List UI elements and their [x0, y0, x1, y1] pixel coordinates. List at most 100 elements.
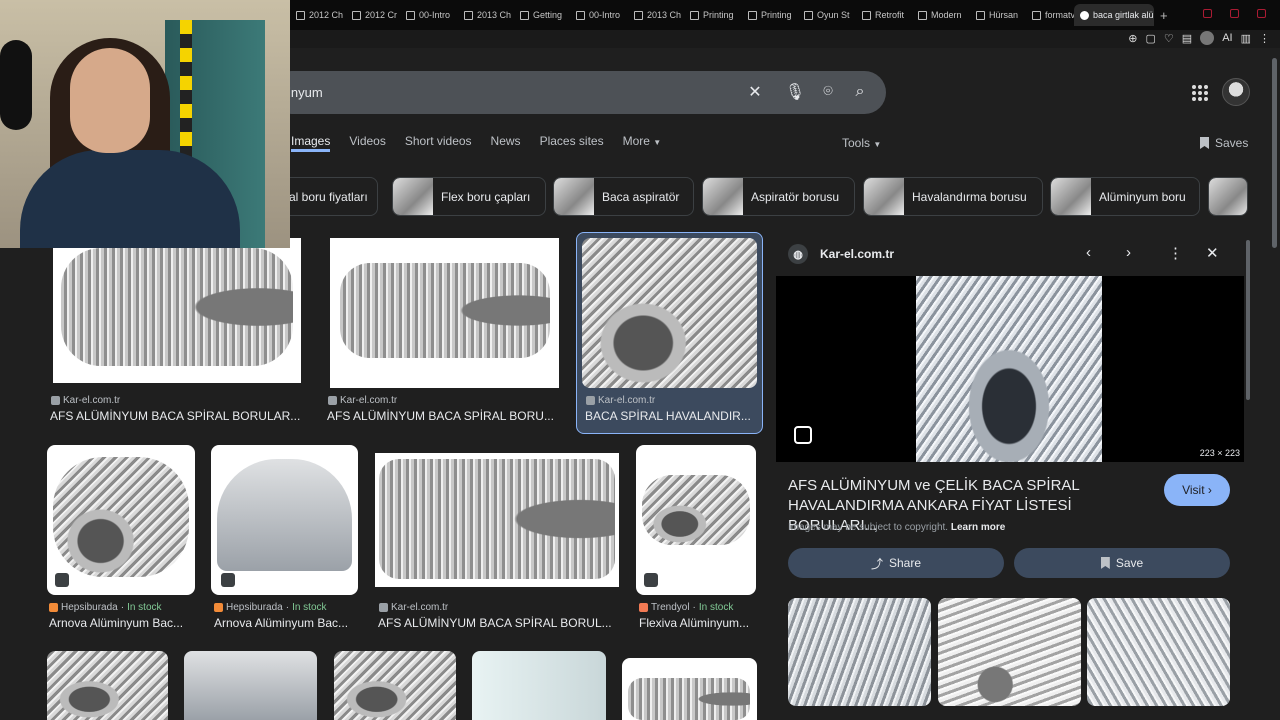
related-image[interactable] — [1087, 598, 1230, 706]
chip[interactable] — [1208, 177, 1248, 216]
share-label: Share — [888, 556, 922, 570]
browser-tab[interactable]: 2013 Ch — [458, 4, 514, 26]
image-result[interactable]: Trendyol · In stock Flexiva Alüminyum... — [636, 445, 760, 635]
tab-images[interactable]: Images — [291, 134, 331, 152]
browser-tab[interactable]: 2013 Ch — [628, 4, 684, 26]
document-icon — [576, 10, 585, 20]
result-thumbnail[interactable] — [184, 651, 317, 720]
result-source-label: Kar-el.com.tr — [63, 395, 121, 406]
result-title[interactable]: Arnova Alüminyum Bac... — [49, 616, 195, 630]
microphone-icon[interactable]: 🎙 — [785, 83, 805, 101]
clear-icon[interactable]: ✕ — [746, 83, 764, 101]
result-thumbnail[interactable] — [211, 445, 358, 595]
site-icon — [49, 603, 58, 612]
browser-tab[interactable]: Modern — [912, 4, 970, 26]
next-icon[interactable]: › — [1126, 244, 1131, 261]
browser-tab[interactable]: Hürsan — [970, 4, 1026, 26]
chip[interactable]: Alüminyum boru — [1050, 177, 1200, 216]
browser-tab-active[interactable]: baca girtlak alü — [1074, 4, 1154, 26]
ai-button[interactable]: AI — [1222, 32, 1232, 44]
tab-places-sites[interactable]: Places sites — [540, 134, 604, 152]
search-input[interactable]: inyum — [288, 85, 323, 100]
zoom-icon[interactable]: ⊕ — [1128, 32, 1137, 45]
apps-icon[interactable] — [1192, 85, 1208, 101]
result-title[interactable]: BACA SPİRAL HAVALANDIR... — [585, 409, 757, 423]
tab-short-videos[interactable]: Short videos — [405, 134, 472, 152]
browser-tab[interactable]: Getting — [514, 4, 570, 26]
related-image[interactable] — [938, 598, 1081, 706]
page-scrollbar[interactable] — [1272, 58, 1277, 248]
result-thumbnail[interactable] — [582, 238, 757, 388]
close-icon[interactable]: ✕ — [1206, 244, 1219, 262]
sidebar-icon[interactable]: ▥ — [1241, 32, 1251, 45]
tab-news[interactable]: News — [491, 134, 521, 152]
screenshot-icon[interactable]: ▢ — [1146, 32, 1156, 45]
chip[interactable]: Flex boru çapları — [392, 177, 546, 216]
menu-icon[interactable]: ⋮ — [1259, 32, 1270, 45]
new-tab-button[interactable]: + — [1160, 8, 1168, 23]
preview-site-name[interactable]: Kar-el.com.tr — [820, 247, 894, 261]
result-title[interactable]: AFS ALÜMİNYUM BACA SPİRAL BORULAR... — [50, 409, 308, 423]
search-icon[interactable]: ⌕ — [851, 83, 869, 101]
chip[interactable]: Baca aspiratör — [553, 177, 694, 216]
search-bar[interactable]: inyum ✕ 🎙 ⌾ ⌕ — [270, 71, 886, 114]
result-thumbnail[interactable] — [330, 238, 559, 388]
result-source-label: Hepsiburada — [226, 602, 283, 613]
lens-search-icon[interactable] — [794, 426, 812, 444]
browser-tab[interactable]: Retrofit — [856, 4, 912, 26]
share-button[interactable]: ⤴ Share — [788, 548, 1004, 578]
account-avatar[interactable] — [1222, 78, 1250, 106]
chip-label: Havalandırma borusu — [912, 189, 1027, 204]
image-result[interactable]: Kar-el.com.tr AFS ALÜMİNYUM BACA SPİRAL … — [326, 238, 564, 428]
image-result-selected[interactable]: Kar-el.com.tr BACA SPİRAL HAVALANDIR... — [576, 232, 763, 434]
image-result[interactable]: Hepsiburada · In stock Arnova Alüminyum Ba… — [211, 445, 361, 635]
learn-more-link[interactable]: Learn more — [951, 522, 1005, 533]
result-thumbnail[interactable] — [636, 445, 756, 595]
result-title[interactable]: AFS ALÜMİNYUM BACA SPİRAL BORUL... — [378, 616, 618, 630]
browser-tab[interactable]: Printing — [684, 4, 742, 26]
result-thumbnail[interactable] — [622, 658, 757, 720]
lens-icon[interactable]: ⌾ — [819, 83, 837, 101]
extensions-icon[interactable]: ▤ — [1182, 32, 1192, 45]
browser-tab[interactable]: 00-Intro — [400, 4, 458, 26]
maximize-icon[interactable] — [1230, 9, 1239, 18]
tab-more[interactable]: More ▼ — [623, 134, 662, 152]
chip[interactable]: Havalandırma borusu — [863, 177, 1043, 216]
related-image[interactable] — [788, 598, 931, 706]
browser-tab[interactable]: formatv — [1026, 4, 1074, 26]
tools-button[interactable]: Tools ▼ — [842, 136, 881, 150]
browser-tab[interactable]: Oyun St — [798, 4, 856, 26]
visit-button[interactable]: Visit › — [1164, 474, 1230, 506]
site-icon — [639, 603, 648, 612]
minimize-icon[interactable] — [1203, 9, 1212, 18]
saves-button[interactable]: Saves — [1200, 136, 1248, 150]
save-button[interactable]: Save — [1014, 548, 1230, 578]
more-options-icon[interactable]: ⋮ — [1168, 244, 1183, 262]
result-thumbnail[interactable] — [334, 651, 456, 720]
heart-icon[interactable]: ♡ — [1164, 32, 1174, 45]
image-result[interactable]: Hepsiburada · In stock Arnova Alüminyum Ba… — [47, 445, 197, 635]
result-title[interactable]: Flexiva Alüminyum... — [639, 616, 757, 630]
close-window-icon[interactable] — [1257, 9, 1266, 18]
browser-tab[interactable]: 2012 Ch — [290, 4, 346, 26]
google-icon — [1080, 10, 1089, 20]
previous-icon[interactable]: ‹ — [1086, 244, 1091, 261]
site-icon — [328, 396, 337, 405]
panel-scrollbar[interactable] — [1246, 240, 1250, 400]
result-thumbnail[interactable] — [53, 238, 301, 383]
image-result[interactable]: Kar-el.com.tr AFS ALÜMİNYUM BACA SPİRAL … — [375, 445, 620, 635]
preview-image[interactable] — [916, 276, 1102, 462]
result-title[interactable]: Arnova Alüminyum Bac... — [214, 616, 360, 630]
browser-tab[interactable]: 2012 Cr — [346, 4, 400, 26]
result-thumbnail[interactable] — [472, 651, 606, 720]
result-title[interactable]: AFS ALÜMİNYUM BACA SPİRAL BORU... — [327, 409, 563, 423]
result-thumbnail[interactable] — [47, 445, 195, 595]
profile-avatar[interactable] — [1200, 31, 1215, 45]
browser-tab[interactable]: 00-Intro — [570, 4, 628, 26]
browser-tab[interactable]: Printing — [742, 4, 798, 26]
result-thumbnail[interactable] — [375, 453, 619, 587]
chip[interactable]: Aspiratör borusu — [702, 177, 855, 216]
result-thumbnail[interactable] — [47, 651, 168, 720]
tab-videos[interactable]: Videos — [349, 134, 385, 152]
image-result[interactable]: Kar-el.com.tr AFS ALÜMİNYUM BACA SPİRAL … — [48, 238, 308, 428]
